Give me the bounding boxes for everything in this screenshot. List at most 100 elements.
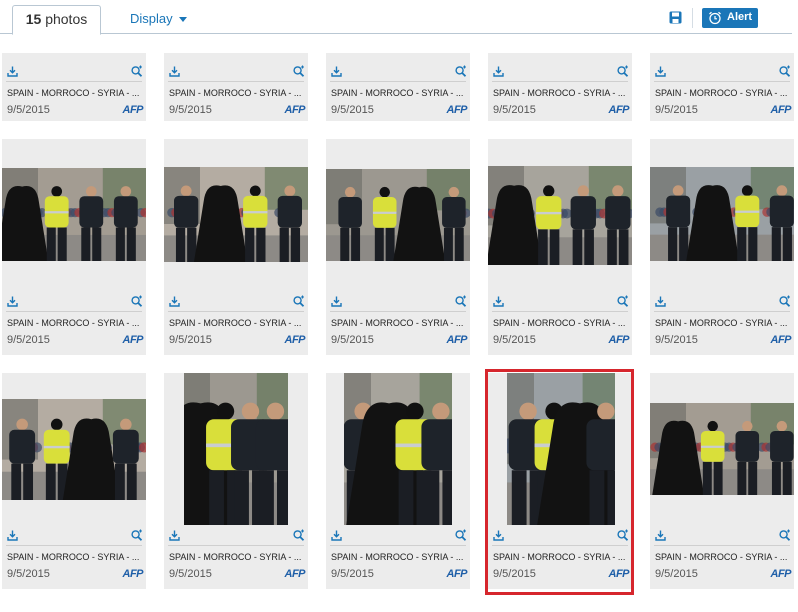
card-divider (6, 545, 142, 546)
photo-thumbnail[interactable] (164, 167, 308, 262)
photo-thumbnail[interactable] (184, 373, 288, 525)
photo-thumbnail[interactable] (326, 169, 470, 261)
photo-thumbnail[interactable] (650, 403, 794, 495)
photo-count-number: 15 (25, 11, 42, 27)
download-icon[interactable] (331, 66, 342, 77)
photo-caption[interactable]: SPAIN - MORROCO - SYRIA - ... (655, 88, 791, 98)
photo-thumbnail[interactable] (2, 168, 146, 261)
zoom-in-icon[interactable] (131, 529, 143, 541)
photo-card[interactable]: SPAIN - MORROCO - SYRIA - ... 9/5/2015 AFP (488, 53, 632, 121)
card-actions (488, 525, 632, 545)
photo-card[interactable]: SPAIN - MORROCO - SYRIA - ... 9/5/2015 AFP (326, 53, 470, 121)
download-icon[interactable] (493, 296, 504, 307)
display-dropdown[interactable]: Display (130, 11, 187, 26)
download-icon[interactable] (493, 530, 504, 541)
card-divider (492, 81, 628, 82)
photo-caption[interactable]: SPAIN - MORROCO - SYRIA - ... (331, 88, 467, 98)
download-icon[interactable] (331, 530, 342, 541)
photo-card[interactable]: SPAIN - MORROCO - SYRIA - ... 9/5/2015 AFP (650, 53, 794, 121)
toolbar-divider (0, 33, 792, 34)
photo-caption[interactable]: SPAIN - MORROCO - SYRIA - ... (493, 318, 629, 328)
download-icon[interactable] (331, 296, 342, 307)
download-icon[interactable] (655, 530, 666, 541)
afp-logo: AFP (608, 568, 630, 580)
photo-caption[interactable]: SPAIN - MORROCO - SYRIA - ... (169, 88, 305, 98)
download-icon[interactable] (7, 66, 18, 77)
zoom-in-icon[interactable] (779, 529, 791, 541)
photo-card[interactable]: SPAIN - MORROCO - SYRIA - ... 9/5/2015 AFP (650, 373, 794, 589)
zoom-in-icon[interactable] (455, 65, 467, 77)
photo-thumbnail[interactable] (507, 373, 615, 525)
photo-date: 9/5/2015 (331, 568, 374, 580)
alarm-clock-icon (709, 11, 721, 25)
alert-button[interactable]: Alert (702, 8, 758, 28)
photo-card[interactable]: SPAIN - MORROCO - SYRIA - ... 9/5/2015 AFP (650, 139, 794, 355)
download-icon[interactable] (169, 296, 180, 307)
card-divider (330, 81, 466, 82)
floppy-disk-icon[interactable] (669, 11, 682, 24)
photo-card[interactable]: SPAIN - MORROCO - SYRIA - ... 9/5/2015 AFP (488, 139, 632, 355)
download-icon[interactable] (655, 66, 666, 77)
zoom-in-icon[interactable] (779, 295, 791, 307)
photo-card[interactable]: SPAIN - MORROCO - SYRIA - ... 9/5/2015 AFP (164, 53, 308, 121)
zoom-in-icon[interactable] (131, 65, 143, 77)
photo-caption[interactable]: SPAIN - MORROCO - SYRIA - ... (7, 88, 143, 98)
photo-caption[interactable]: SPAIN - MORROCO - SYRIA - ... (493, 552, 629, 562)
photo-thumbnail[interactable] (344, 373, 452, 525)
photo-date: 9/5/2015 (655, 568, 698, 580)
card-divider (492, 311, 628, 312)
download-icon[interactable] (169, 530, 180, 541)
photo-card[interactable]: SPAIN - MORROCO - SYRIA - ... 9/5/2015 AFP (164, 373, 308, 589)
photo-card[interactable]: SPAIN - MORROCO - SYRIA - ... 9/5/2015 AFP (488, 373, 632, 589)
photo-thumbnail[interactable] (488, 166, 632, 265)
card-divider (168, 545, 304, 546)
download-icon[interactable] (169, 66, 180, 77)
zoom-in-icon[interactable] (293, 529, 305, 541)
zoom-in-icon[interactable] (617, 295, 629, 307)
zoom-in-icon[interactable] (617, 529, 629, 541)
photo-card[interactable]: SPAIN - MORROCO - SYRIA - ... 9/5/2015 AFP (164, 139, 308, 355)
photo-caption[interactable]: SPAIN - MORROCO - SYRIA - ... (331, 552, 467, 562)
afp-logo: AFP (608, 334, 630, 346)
photo-card[interactable]: SPAIN - MORROCO - SYRIA - ... 9/5/2015 AFP (2, 373, 146, 589)
photo-caption[interactable]: SPAIN - MORROCO - SYRIA - ... (7, 552, 143, 562)
zoom-in-icon[interactable] (455, 529, 467, 541)
card-divider (6, 311, 142, 312)
download-icon[interactable] (493, 66, 504, 77)
zoom-in-icon[interactable] (455, 295, 467, 307)
photo-thumbnail[interactable] (2, 399, 146, 500)
zoom-in-icon[interactable] (131, 295, 143, 307)
photo-caption[interactable]: SPAIN - MORROCO - SYRIA - ... (655, 552, 791, 562)
download-icon[interactable] (7, 296, 18, 307)
photo-card[interactable]: SPAIN - MORROCO - SYRIA - ... 9/5/2015 AFP (326, 139, 470, 355)
card-actions (326, 61, 470, 81)
download-icon[interactable] (7, 530, 18, 541)
photo-caption[interactable]: SPAIN - MORROCO - SYRIA - ... (331, 318, 467, 328)
zoom-in-icon[interactable] (293, 295, 305, 307)
afp-logo: AFP (446, 104, 468, 116)
photo-count-tab[interactable]: 15 photos (12, 5, 101, 35)
photo-card[interactable]: SPAIN - MORROCO - SYRIA - ... 9/5/2015 AFP (2, 53, 146, 121)
card-actions (2, 291, 146, 311)
photo-caption[interactable]: SPAIN - MORROCO - SYRIA - ... (655, 318, 791, 328)
photo-caption[interactable]: SPAIN - MORROCO - SYRIA - ... (169, 318, 305, 328)
afp-logo: AFP (770, 334, 792, 346)
photo-card[interactable]: SPAIN - MORROCO - SYRIA - ... 9/5/2015 AFP (326, 373, 470, 589)
photo-date: 9/5/2015 (655, 334, 698, 346)
photo-thumbnail[interactable] (650, 167, 794, 261)
photo-caption[interactable]: SPAIN - MORROCO - SYRIA - ... (7, 318, 143, 328)
card-divider (330, 311, 466, 312)
card-divider (168, 81, 304, 82)
zoom-in-icon[interactable] (617, 65, 629, 77)
photo-card[interactable]: SPAIN - MORROCO - SYRIA - ... 9/5/2015 AFP (2, 139, 146, 355)
download-icon[interactable] (655, 296, 666, 307)
zoom-in-icon[interactable] (779, 65, 791, 77)
afp-logo: AFP (284, 334, 306, 346)
afp-logo: AFP (446, 334, 468, 346)
caret-down-icon (178, 17, 187, 23)
photo-caption[interactable]: SPAIN - MORROCO - SYRIA - ... (169, 552, 305, 562)
zoom-in-icon[interactable] (293, 65, 305, 77)
photo-date: 9/5/2015 (331, 334, 374, 346)
card-divider (654, 545, 790, 546)
photo-caption[interactable]: SPAIN - MORROCO - SYRIA - ... (493, 88, 629, 98)
